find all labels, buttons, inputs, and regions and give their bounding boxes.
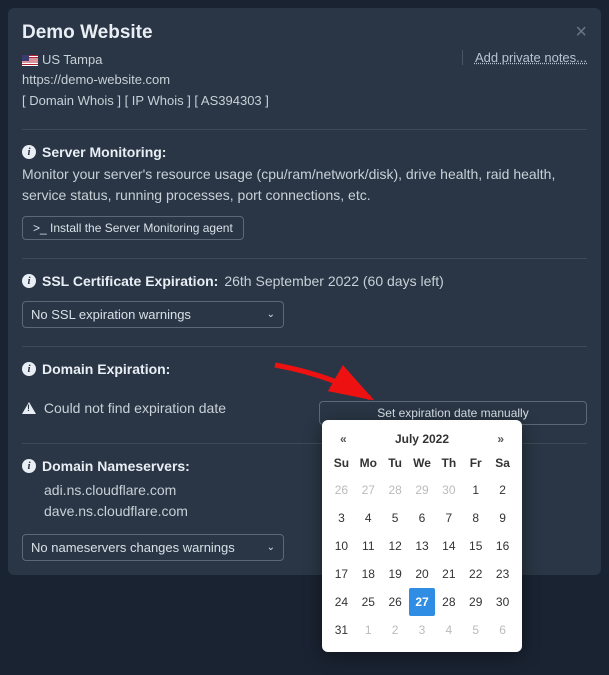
ns-select-label: No nameservers changes warnings (31, 540, 235, 555)
datepicker-popover: « July 2022 » SuMoTuWeThFrSa262728293012… (322, 420, 522, 652)
datepicker-day[interactable]: 4 (435, 616, 462, 644)
divider (22, 258, 587, 259)
expiration-warning: Could not find expiration date (22, 400, 226, 416)
datepicker-day[interactable]: 10 (328, 532, 355, 560)
datepicker-day[interactable]: 28 (435, 588, 462, 616)
datepicker-day[interactable]: 3 (409, 616, 436, 644)
us-flag-icon (22, 55, 38, 66)
close-button[interactable]: × (575, 22, 587, 42)
datepicker-day[interactable]: 13 (409, 532, 436, 560)
datepicker-day[interactable]: 30 (435, 476, 462, 504)
server-monitoring-desc: Monitor your server's resource usage (cp… (22, 164, 587, 206)
ssl-title: SSL Certificate Expiration: (42, 273, 218, 289)
datepicker-day[interactable]: 18 (355, 560, 382, 588)
install-agent-label: >_ Install the Server Monitoring agent (33, 221, 233, 235)
datepicker-day[interactable]: 5 (382, 504, 409, 532)
location-block: US Tampa https://demo-website.com [ Doma… (22, 50, 269, 111)
datepicker-day[interactable]: 8 (462, 504, 489, 532)
datepicker-day[interactable]: 11 (355, 532, 382, 560)
datepicker-day[interactable]: 30 (489, 588, 516, 616)
ssl-row: i SSL Certificate Expiration: 26th Septe… (22, 273, 587, 289)
datepicker-day[interactable]: 5 (462, 616, 489, 644)
datepicker-day[interactable]: 20 (409, 560, 436, 588)
datepicker-day[interactable]: 6 (409, 504, 436, 532)
datepicker-day[interactable]: 25 (355, 588, 382, 616)
ssl-select-label: No SSL expiration warnings (31, 307, 191, 322)
install-agent-button[interactable]: >_ Install the Server Monitoring agent (22, 216, 244, 240)
datepicker-dow: Mo (355, 450, 382, 476)
section-label: Domain Expiration: (42, 361, 170, 377)
section-label: Domain Nameservers: (42, 458, 190, 474)
page-title: Demo Website (22, 22, 587, 44)
site-url[interactable]: https://demo-website.com (22, 70, 269, 90)
datepicker-day[interactable]: 26 (328, 476, 355, 504)
location-line: US Tampa (22, 50, 269, 70)
set-expiration-label: Set expiration date manually (377, 406, 528, 420)
datepicker-dow: Tu (382, 450, 409, 476)
datepicker-day[interactable]: 1 (462, 476, 489, 504)
ssl-warnings-select[interactable]: No SSL expiration warnings ⌄ (22, 301, 284, 328)
datepicker-day[interactable]: 4 (355, 504, 382, 532)
datepicker-day[interactable]: 22 (462, 560, 489, 588)
datepicker-day[interactable]: 1 (355, 616, 382, 644)
datepicker-day[interactable]: 16 (489, 532, 516, 560)
datepicker-day[interactable]: 28 (382, 476, 409, 504)
datepicker-day[interactable]: 14 (435, 532, 462, 560)
datepicker-day[interactable]: 7 (435, 504, 462, 532)
datepicker-dow: Su (328, 450, 355, 476)
header-row: US Tampa https://demo-website.com [ Doma… (22, 50, 587, 111)
datepicker-day[interactable]: 15 (462, 532, 489, 560)
datepicker-day[interactable]: 21 (435, 560, 462, 588)
info-icon: i (22, 145, 36, 159)
datepicker-day[interactable]: 27 (409, 588, 436, 616)
datepicker-day[interactable]: 23 (489, 560, 516, 588)
nameservers-warnings-select[interactable]: No nameservers changes warnings ⌄ (22, 534, 284, 561)
chevron-down-icon: ⌄ (267, 542, 275, 553)
server-monitoring-title: i Server Monitoring: (22, 144, 587, 160)
datepicker-day[interactable]: 19 (382, 560, 409, 588)
datepicker-day[interactable]: 29 (409, 476, 436, 504)
divider (22, 129, 587, 130)
location-text: US Tampa (42, 52, 102, 67)
datepicker-day[interactable]: 9 (489, 504, 516, 532)
datepicker-dow: Th (435, 450, 462, 476)
info-icon: i (22, 274, 36, 288)
chevron-down-icon: ⌄ (267, 309, 275, 320)
datepicker-prev-button[interactable]: « (336, 432, 351, 446)
datepicker-day[interactable]: 24 (328, 588, 355, 616)
datepicker-day[interactable]: 31 (328, 616, 355, 644)
datepicker-day[interactable]: 29 (462, 588, 489, 616)
datepicker-dow: Sa (489, 450, 516, 476)
datepicker-dow: We (409, 450, 436, 476)
info-icon: i (22, 362, 36, 376)
datepicker-day[interactable]: 17 (328, 560, 355, 588)
datepicker-day[interactable]: 12 (382, 532, 409, 560)
warning-icon (22, 402, 36, 414)
divider (22, 346, 587, 347)
datepicker-day[interactable]: 2 (489, 476, 516, 504)
datepicker-title[interactable]: July 2022 (351, 432, 494, 446)
datepicker-day[interactable]: 6 (489, 616, 516, 644)
datepicker-day[interactable]: 3 (328, 504, 355, 532)
datepicker-dow: Fr (462, 450, 489, 476)
datepicker-day[interactable]: 27 (355, 476, 382, 504)
whois-links[interactable]: [ Domain Whois ] [ IP Whois ] [ AS394303… (22, 91, 269, 111)
datepicker-day[interactable]: 2 (382, 616, 409, 644)
warning-text: Could not find expiration date (44, 400, 226, 416)
datepicker-next-button[interactable]: » (493, 432, 508, 446)
ssl-value: 26th September 2022 (60 days left) (224, 273, 443, 289)
datepicker-header: « July 2022 » (328, 428, 516, 450)
section-label: Server Monitoring: (42, 144, 166, 160)
add-notes-link[interactable]: Add private notes... (462, 50, 587, 65)
datepicker-day[interactable]: 26 (382, 588, 409, 616)
info-icon: i (22, 459, 36, 473)
domain-expiration-title: i Domain Expiration: (22, 361, 587, 377)
datepicker-grid: SuMoTuWeThFrSa26272829301234567891011121… (328, 450, 516, 644)
